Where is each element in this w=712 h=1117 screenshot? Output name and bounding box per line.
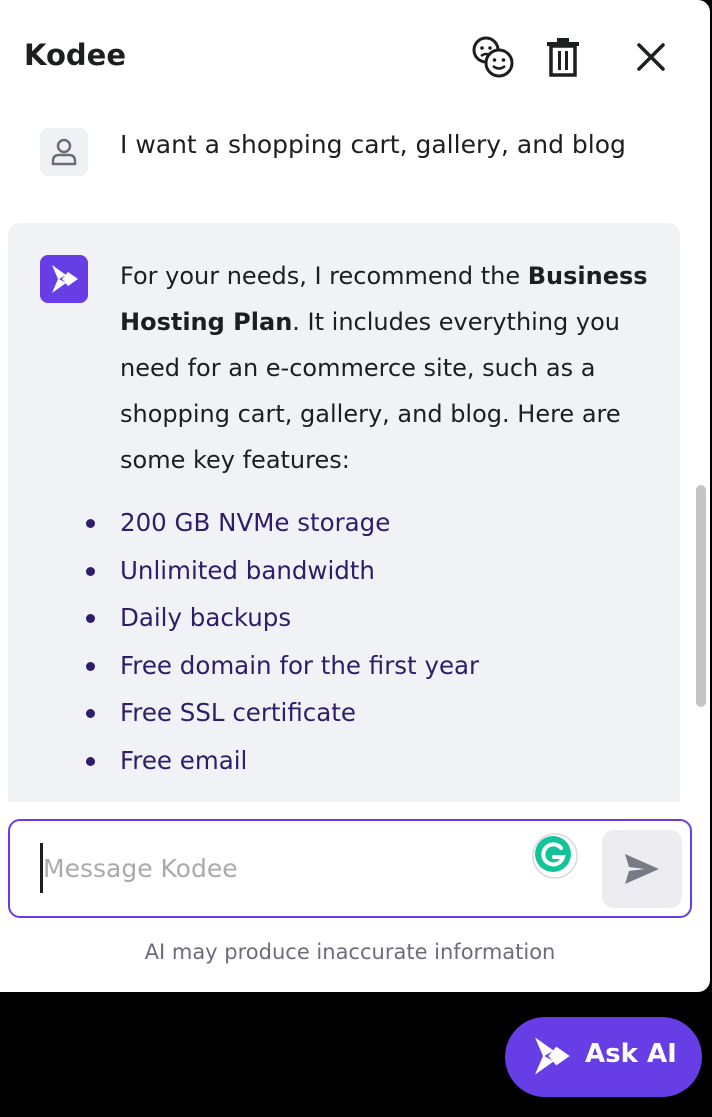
chat-scrollbar[interactable] <box>696 485 706 707</box>
list-item: Unlimited bandwidth <box>86 547 479 595</box>
assistant-intro: For your needs, I recommend the <box>120 262 528 290</box>
user-message-text: I want a shopping cart, gallery, and blo… <box>120 130 626 159</box>
kodee-logo-icon <box>52 265 78 293</box>
send-icon <box>625 854 659 884</box>
message-composer <box>8 819 692 918</box>
list-item: 200 GB NVMe storage <box>86 499 479 547</box>
feedback-button[interactable] <box>468 32 518 82</box>
user-message: I want a shopping cart, gallery, and blo… <box>0 110 696 220</box>
user-avatar <box>40 128 88 176</box>
message-input[interactable] <box>40 843 520 893</box>
ask-ai-label: Ask AI <box>585 1039 677 1069</box>
list-item: Daily backups <box>86 594 479 642</box>
grammarly-icon[interactable] <box>530 831 580 881</box>
ask-ai-button[interactable]: Ask AI <box>505 1017 702 1097</box>
trash-icon <box>547 38 579 77</box>
list-item: Free domain for the first year <box>86 642 479 690</box>
chat-panel: Kodee I want a shopping cart, gallery, a… <box>0 0 710 992</box>
close-button[interactable] <box>626 32 676 82</box>
list-item: Free email <box>86 737 479 785</box>
kodee-logo-icon <box>535 1037 570 1075</box>
feedback-faces-icon <box>472 36 514 78</box>
list-item: Free SSL certificate <box>86 689 479 737</box>
send-button[interactable] <box>602 830 682 908</box>
ai-disclaimer: AI may produce inaccurate information <box>144 940 556 964</box>
assistant-message: For your needs, I recommend the Business… <box>8 223 680 802</box>
panel-title: Kodee <box>24 38 126 72</box>
close-icon <box>637 43 665 71</box>
panel-header: Kodee <box>0 0 710 110</box>
chat-history[interactable]: I want a shopping cart, gallery, and blo… <box>0 110 696 802</box>
assistant-message-text: For your needs, I recommend the Business… <box>120 253 665 483</box>
clear-chat-button[interactable] <box>538 32 588 82</box>
kodee-avatar <box>40 255 88 303</box>
user-icon <box>51 138 77 166</box>
feature-list: 200 GB NVMe storage Unlimited bandwidth … <box>86 499 479 785</box>
